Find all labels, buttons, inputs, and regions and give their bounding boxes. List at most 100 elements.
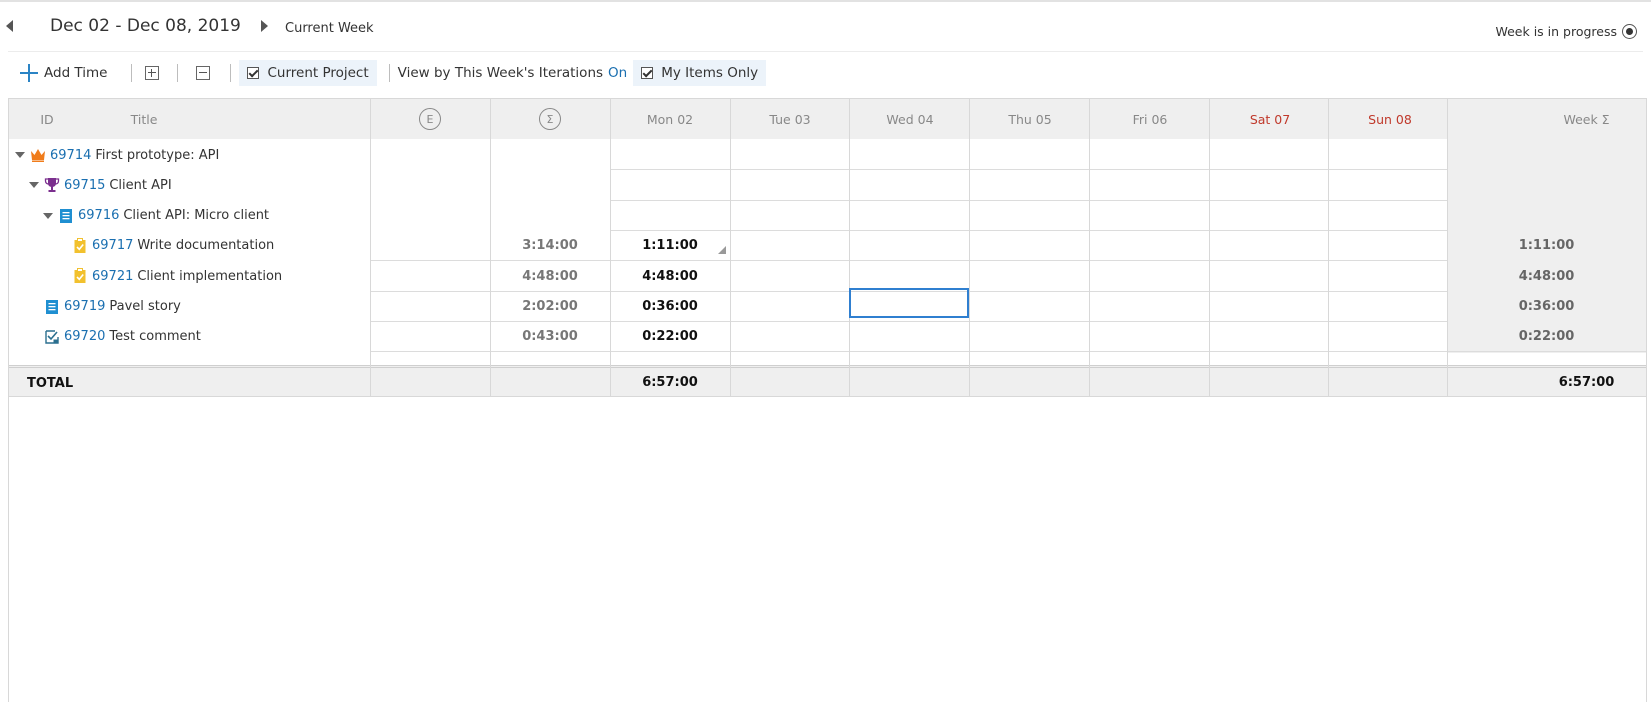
spent-cell — [490, 169, 610, 201]
expand-all-button[interactable] — [145, 59, 160, 87]
item-id-link[interactable]: 69714 — [50, 148, 91, 163]
current-project-checkbox[interactable] — [247, 67, 260, 79]
add-time-button[interactable]: Add Time — [8, 59, 107, 87]
current-project-toggle[interactable]: Current Project — [239, 60, 377, 86]
sum-icon: Σ — [539, 108, 561, 130]
table-row[interactable]: 69720 Test comment 0:43:00 0:22:00 0:22:00 — [9, 320, 1646, 353]
spent-cell: 2:02:00 — [522, 299, 578, 314]
week-total-cell: 0:36:00 — [1518, 299, 1575, 314]
item-id-link[interactable]: 69720 — [64, 329, 105, 344]
column-divider — [1209, 99, 1210, 397]
item-title-link[interactable]: Write documentation — [137, 238, 274, 253]
column-header-day: Mon 02 — [646, 111, 694, 127]
table-row[interactable]: 69715 Client API — [9, 169, 1646, 202]
spent-cell — [490, 139, 610, 171]
column-header-id[interactable]: ID — [37, 99, 57, 139]
collapse-all-button[interactable] — [196, 59, 211, 87]
item-title-link[interactable]: Test comment — [109, 329, 201, 344]
view-by-iterations-setting: View by This Week's Iterations On — [398, 59, 628, 87]
day-cell-mon[interactable]: 4:48:00 — [610, 260, 730, 292]
view-by-label: View by This Week's Iterations — [397, 65, 604, 81]
item-title-link[interactable]: Client implementation — [137, 269, 282, 284]
item-id-link[interactable]: 69721 — [92, 269, 133, 284]
task-icon — [72, 268, 88, 284]
spent-cell: 3:14:00 — [522, 238, 578, 254]
week-status-label: Week is in progress — [1495, 24, 1617, 39]
expand-toggle-icon[interactable] — [43, 212, 53, 219]
trophy-icon — [44, 177, 60, 193]
day-cell-mon[interactable] — [610, 200, 730, 232]
column-divider — [610, 99, 611, 397]
story-icon — [58, 208, 74, 224]
day-cell-mon[interactable]: 0:22:00 — [610, 321, 730, 353]
column-header-day: Sat 07 — [1249, 111, 1291, 127]
expand-all-icon — [145, 66, 160, 80]
column-header-day: Tue 03 — [769, 111, 811, 127]
row-title-cell: 69716 Client API: Micro client — [43, 200, 269, 232]
cell-resize-handle[interactable] — [718, 246, 726, 254]
column-divider — [1447, 99, 1448, 397]
test-case-icon — [44, 329, 60, 345]
add-time-label: Add Time — [44, 65, 108, 81]
table-row[interactable]: 69716 Client API: Micro client — [9, 199, 1646, 232]
crown-icon — [30, 147, 46, 163]
week-status-radio-icon[interactable] — [1622, 24, 1637, 39]
table-row[interactable]: 69717 Write documentation 3:14:00 1:11:00 1:… — [9, 229, 1646, 262]
my-items-only-toggle[interactable]: My Items Only — [633, 60, 767, 86]
day-cell-mon[interactable]: 1:11:00 — [610, 230, 730, 262]
column-divider — [969, 99, 970, 397]
week-total-cell — [1447, 200, 1646, 232]
column-divider — [1089, 99, 1090, 397]
timesheet-grid: ID Title E Σ Mon 02 Tue 03 Wed 04 Thu 05 Fri… — [8, 98, 1647, 702]
week-total-cell: 4:48:00 — [1518, 268, 1575, 284]
item-title-link[interactable]: Client API: Micro client — [123, 208, 269, 223]
table-row[interactable]: 69719 Pavel story 2:02:00 0:36:00 0:36:00 — [9, 290, 1646, 323]
item-title-link[interactable]: Client API — [109, 178, 171, 193]
expand-toggle-icon[interactable] — [29, 182, 39, 189]
estimate-icon: E — [419, 108, 441, 130]
column-header-spent[interactable]: Σ — [490, 99, 610, 139]
week-total-cell: 1:11:00 — [1518, 238, 1575, 254]
column-header-day: Wed 04 — [886, 111, 934, 127]
column-divider — [730, 99, 731, 397]
week-total-cell — [1447, 169, 1646, 201]
item-id-link[interactable]: 69717 — [92, 238, 133, 253]
spent-cell: 0:43:00 — [522, 329, 578, 345]
spent-cell — [490, 200, 610, 232]
row-title-cell: 69714 First prototype: API — [15, 139, 219, 171]
my-items-only-checkbox[interactable] — [641, 67, 654, 79]
table-row[interactable]: 69714 First prototype: API — [9, 139, 1646, 171]
row-title-cell: 69719 Pavel story — [44, 291, 181, 323]
week-header: Dec 02 - Dec 08, 2019 Current Week Week … — [0, 2, 1651, 52]
toolbar-separator — [388, 64, 390, 82]
column-header-title[interactable]: Title — [119, 99, 169, 139]
current-week-link[interactable]: Current Week — [285, 21, 374, 36]
column-divider — [849, 99, 850, 397]
expand-toggle-icon[interactable] — [15, 152, 25, 158]
toolbar: Add Time Current Project View by This We… — [8, 58, 1643, 88]
item-title-link[interactable]: First prototype: API — [95, 148, 219, 163]
item-title-link[interactable]: Pavel story — [109, 299, 181, 314]
item-id-link[interactable]: 69719 — [64, 299, 105, 314]
view-by-toggle-link[interactable]: On — [608, 65, 627, 81]
total-label: TOTAL — [27, 376, 74, 391]
toolbar-separator — [131, 64, 133, 82]
total-row: TOTAL 6:57:00 6:57:00 — [9, 365, 1646, 397]
day-cell-mon[interactable]: 0:36:00 — [610, 291, 730, 323]
my-items-only-label: My Items Only — [661, 65, 759, 81]
previous-week-arrow-icon[interactable] — [6, 20, 13, 32]
selected-cell-wed[interactable] — [849, 288, 969, 318]
table-row[interactable]: 69721 Client implementation 4:48:00 4:48:00… — [9, 260, 1646, 293]
item-id-link[interactable]: 69715 — [64, 178, 105, 193]
item-id-link[interactable]: 69716 — [78, 208, 119, 223]
column-header-day: Fri 06 — [1132, 111, 1168, 127]
row-title-cell: 69715 Client API — [29, 169, 172, 201]
row-title-cell: 69717 Write documentation — [72, 230, 274, 262]
day-cell-mon[interactable] — [610, 139, 730, 171]
next-week-arrow-icon[interactable] — [261, 20, 268, 32]
column-divider — [370, 99, 371, 397]
column-header-estimate[interactable]: E — [370, 99, 490, 139]
day-cell-mon[interactable] — [610, 169, 730, 201]
week-total-cell — [1447, 139, 1646, 171]
total-week-value: 6:57:00 — [1558, 374, 1615, 390]
